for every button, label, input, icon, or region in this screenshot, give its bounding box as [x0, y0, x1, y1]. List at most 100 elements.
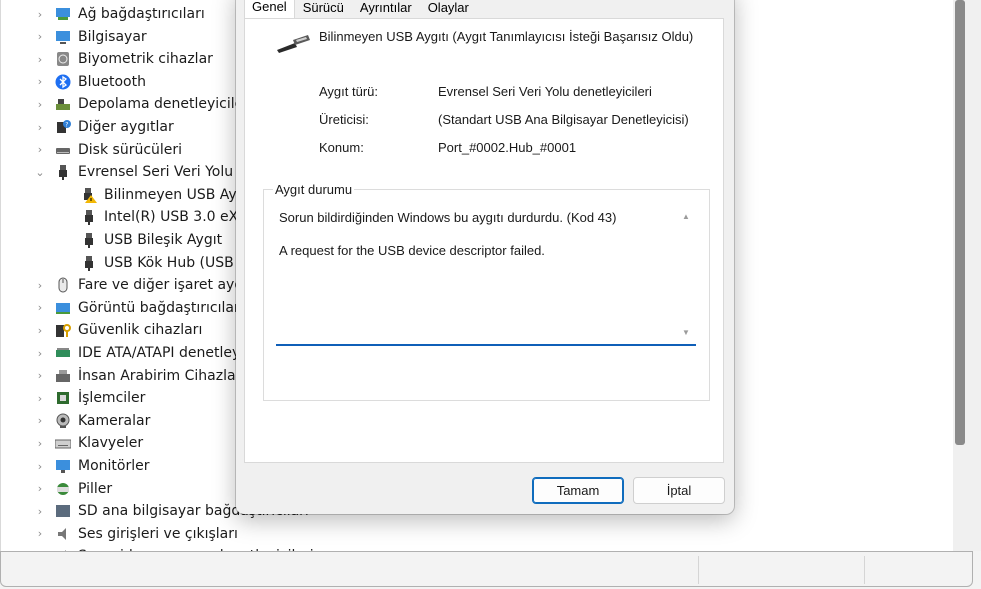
chevron-right-icon[interactable]: ›: [33, 121, 47, 134]
mouse-icon: [55, 277, 71, 293]
chevron-right-icon[interactable]: ›: [33, 369, 47, 382]
tree-category-item[interactable]: › Depolama denetleyiciler: [33, 93, 249, 115]
chevron-right-icon[interactable]: ›: [33, 53, 47, 66]
usb-plug-icon: [81, 232, 97, 248]
tree-item-label: Monitörler: [78, 458, 150, 474]
chevron-right-icon[interactable]: ›: [33, 392, 47, 405]
tree-category-item[interactable]: › Biyometrik cihazlar: [33, 48, 213, 70]
tree-item-label: Güvenlik cihazları: [78, 322, 203, 339]
tree-category-item[interactable]: › Kameralar: [33, 410, 151, 432]
tree-child-item[interactable]: Bilinmeyen USB Aygı: [81, 184, 250, 206]
dialog-tabs: Genel Sürücü Ayrıntılar Olaylar: [244, 0, 477, 21]
monitor-icon: [55, 458, 71, 474]
device-status-textbox[interactable]: Sorun bildirdiğinden Windows bu aygıtı d…: [276, 204, 696, 346]
chevron-right-icon[interactable]: ›: [33, 30, 47, 43]
tree-item-label: Bilinmeyen USB Aygı: [104, 186, 250, 203]
ide-controller-icon: [55, 345, 71, 361]
chevron-right-icon[interactable]: ›: [33, 347, 47, 360]
device-type-label: Aygıt türü:: [319, 84, 379, 99]
ok-button[interactable]: Tamam: [532, 477, 624, 504]
tree-item-label: Bilgisayar: [78, 28, 147, 45]
tree-item-label: Ses girişleri ve çıkışları: [78, 525, 238, 542]
chevron-right-icon[interactable]: ›: [33, 279, 47, 292]
chevron-right-icon[interactable]: ›: [33, 324, 47, 337]
chevron-right-icon[interactable]: ›: [33, 437, 47, 450]
chevron-right-icon[interactable]: ›: [33, 301, 47, 314]
tree-item-label: Evrensel Seri Veri Yolu de: [78, 164, 256, 181]
tree-category-item[interactable]: › Bluetooth: [33, 71, 146, 93]
tree-category-item[interactable]: › Piller: [33, 478, 112, 500]
tree-item-label: Piller: [78, 480, 113, 497]
tree-item-label: Intel(R) USB 3.0 eXter: [104, 209, 259, 226]
tree-category-item[interactable]: › İnsan Arabirim Cihazları: [33, 365, 245, 387]
network-adapter-icon: [55, 6, 71, 22]
chevron-right-icon[interactable]: ›: [33, 75, 47, 88]
tab-details[interactable]: Ayrıntılar: [352, 0, 420, 19]
tree-item-label: Klavyeler: [78, 435, 144, 452]
usb-plug-icon: [81, 209, 97, 226]
tree-category-item[interactable]: › Bilgisayar: [33, 26, 147, 48]
tree-item-label: İşlemciler: [78, 390, 146, 407]
status-scrollbar[interactable]: ▲ ▼: [678, 204, 696, 344]
tree-category-item[interactable]: ⌄ Evrensel Seri Veri Yolu de: [33, 161, 255, 183]
tree-child-item[interactable]: USB Kök Hub (USB 3.: [81, 252, 252, 274]
chevron-right-icon[interactable]: ›: [33, 482, 47, 495]
tree-category-item[interactable]: › Görüntü bağdaştırıcıları: [33, 297, 244, 319]
tree-category-item[interactable]: › Ağ bağdaştırıcıları: [33, 3, 205, 25]
keyboard-icon: [54, 435, 72, 451]
scroll-down-arrow-icon[interactable]: ▼: [682, 328, 690, 337]
tree-child-item[interactable]: Intel(R) USB 3.0 eXter: [81, 206, 258, 228]
tree-item-label: Diğer aygıtlar: [78, 119, 174, 135]
location-value: Port_#0002.Hub_#0001: [438, 140, 577, 155]
tree-category-item[interactable]: › IDE ATA/ATAPI denetleyic: [33, 342, 252, 364]
tree-item-label: Bluetooth: [78, 73, 146, 90]
chevron-right-icon[interactable]: ›: [33, 414, 47, 427]
tree-category-item[interactable]: › Fare ve diğer işaret aygıt: [33, 274, 253, 296]
tree-item-label: Kameralar: [78, 412, 151, 429]
storage-controller-icon: [55, 96, 71, 112]
chevron-right-icon[interactable]: ›: [33, 527, 47, 540]
tree-category-item[interactable]: ›? Diğer aygıtlar: [33, 116, 174, 138]
status-line: Sorun bildirdiğinden Windows bu aygıtı d…: [279, 210, 617, 225]
tree-scrollbar-thumb[interactable]: [955, 0, 965, 445]
tree-category-item[interactable]: › Disk sürücüleri: [33, 139, 182, 161]
tree-item-label: Disk sürücüleri: [78, 141, 183, 158]
chevron-right-icon[interactable]: ›: [33, 98, 47, 111]
tree-category-item[interactable]: › İşlemciler: [33, 387, 146, 409]
sd-host-icon: [55, 503, 71, 519]
usb-plug-icon: [81, 255, 97, 271]
tree-category-item[interactable]: › Güvenlik cihazları: [33, 319, 203, 341]
device-name: Bilinmeyen USB Aygıtı (Aygıt Tanımlayıcı…: [319, 29, 694, 44]
battery-icon: [55, 481, 71, 497]
location-label: Konum:: [319, 140, 364, 155]
tab-events[interactable]: Olaylar: [420, 0, 477, 19]
usb-warning-icon: [81, 187, 97, 203]
tree-item-label: Biyometrik cihazlar: [78, 51, 213, 68]
chevron-right-icon[interactable]: ›: [33, 460, 47, 473]
general-tab-page: Bilinmeyen USB Aygıtı (Aygıt Tanımlayıcı…: [244, 18, 724, 463]
status-bar-segment: [698, 556, 699, 584]
chevron-right-icon[interactable]: ›: [33, 143, 47, 156]
tree-category-item[interactable]: › Ses girişleri ve çıkışları: [33, 523, 238, 545]
processor-icon: [55, 390, 71, 406]
chevron-right-icon[interactable]: ›: [33, 8, 47, 21]
speaker-icon: [55, 526, 71, 542]
device-icon: [275, 29, 311, 59]
tree-child-item[interactable]: USB Bileşik Aygıt: [81, 229, 222, 251]
bluetooth-icon: [55, 74, 71, 90]
manufacturer-label: Üreticisi:: [319, 112, 369, 127]
tree-item-label: USB Bileşik Aygıt: [104, 232, 223, 248]
device-properties-dialog: Genel Sürücü Ayrıntılar Olaylar Bilinmey…: [236, 0, 734, 514]
chevron-down-icon[interactable]: ⌄: [33, 166, 47, 179]
tree-item-label: İnsan Arabirim Cihazları: [78, 367, 246, 384]
tree-category-item[interactable]: › Monitörler: [33, 455, 150, 477]
device-type-value: Evrensel Seri Veri Yolu denetleyicileri: [438, 84, 652, 99]
camera-icon: [55, 413, 71, 429]
tree-item-label: Görüntü bağdaştırıcıları: [78, 299, 244, 316]
scroll-up-arrow-icon[interactable]: ▲: [682, 212, 690, 221]
tab-driver[interactable]: Sürücü: [295, 0, 352, 19]
tree-category-item[interactable]: › Klavyeler: [33, 432, 143, 454]
chevron-right-icon[interactable]: ›: [33, 505, 47, 518]
cancel-button[interactable]: İptal: [633, 477, 725, 504]
security-device-icon: [55, 322, 71, 338]
